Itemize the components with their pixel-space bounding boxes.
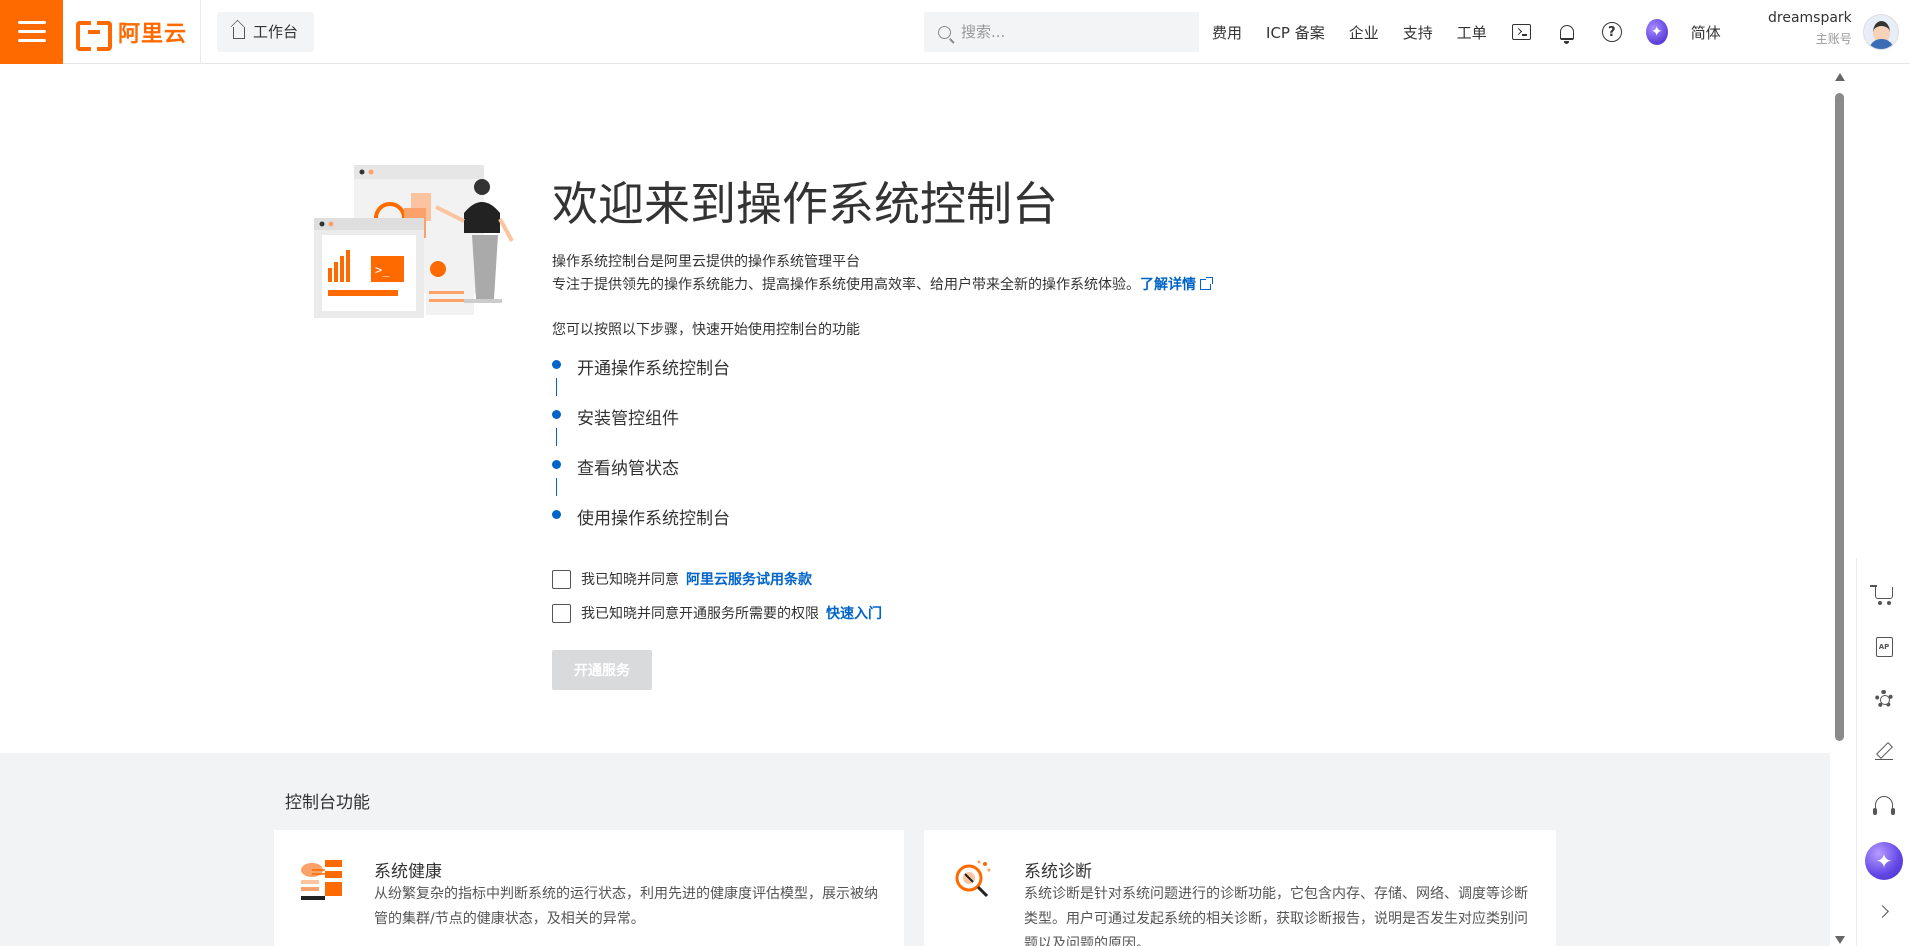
step-label: 查看纳管状态 <box>577 459 679 479</box>
agree-trial-terms: 我已知晓并同意 阿里云服务试用条款 <box>552 569 812 589</box>
step-connector <box>556 428 557 446</box>
nav-ticket[interactable]: 工单 <box>1457 22 1487 43</box>
vertical-scrollbar[interactable] <box>1830 65 1848 946</box>
step-dot-icon <box>552 410 561 419</box>
search-box[interactable] <box>924 12 1199 52</box>
scroll-up-arrow-icon[interactable] <box>1835 73 1845 81</box>
step-label: 使用操作系统控制台 <box>577 509 730 529</box>
learn-more-link[interactable]: 了解详情 <box>1140 277 1213 293</box>
nav-billing[interactable]: 费用 <box>1212 22 1242 43</box>
step-item: 开通操作系统控制台 <box>548 354 730 404</box>
api-doc-button[interactable]: AP <box>1871 634 1897 660</box>
main-content: >_ 欢迎来到操作系统控制台 操作系统控制台是阿里云提供的操作系统管理平台 专注… <box>0 65 1830 946</box>
menu-icon <box>17 30 46 33</box>
help-icon: ? <box>1601 22 1622 42</box>
scroll-down-arrow-icon[interactable] <box>1835 936 1845 944</box>
search-input[interactable] <box>961 23 1181 41</box>
help-button[interactable]: ? <box>1601 21 1623 43</box>
card-description: 系统诊断是针对系统问题进行的诊断功能，它包含内存、存储、网络、调度等诊断类型。用… <box>1024 886 1528 946</box>
feature-card-system-health[interactable]: 系统健康 从纷繁复杂的指标中判断系统的运行状态，利用先进的健康度评估模型，展示被… <box>274 830 904 946</box>
step-item: 查看纳管状态 <box>548 454 730 504</box>
notifications-button[interactable] <box>1556 21 1578 44</box>
workbench-button[interactable]: 工作台 <box>217 11 315 52</box>
step-label: 安装管控组件 <box>577 409 679 429</box>
steps-intro: 您可以按照以下步骤，快速开始使用控制台的功能 <box>552 322 860 338</box>
step-item: 使用操作系统控制台 <box>548 504 730 554</box>
workbench-label: 工作台 <box>253 23 299 41</box>
edit-icon <box>1875 742 1893 760</box>
feature-card-system-diagnosis[interactable]: 系统诊断 系统诊断是针对系统问题进行的诊断功能，它包含内存、存储、网络、调度等诊… <box>924 830 1556 946</box>
intro-description: 操作系统控制台是阿里云提供的操作系统管理平台 专注于提供领先的操作系统能力、提高… <box>552 251 1213 297</box>
intro-line-2: 专注于提供领先的操作系统能力、提高操作系统使用高效率、给用户带来全新的操作系统体… <box>552 274 1213 297</box>
api-doc-icon: AP <box>1875 637 1893 657</box>
headset-icon <box>1873 795 1895 815</box>
system-diagnosis-icon <box>955 860 991 898</box>
agree-trial-checkbox[interactable] <box>552 569 571 589</box>
step-dot-icon <box>552 460 561 469</box>
ai-assistant-button[interactable]: ✦ <box>1645 19 1668 45</box>
step-item: 安装管控组件 <box>548 404 730 454</box>
quick-start-link[interactable]: 快速入门 <box>826 603 882 623</box>
ai-orb-icon: ✦ <box>1865 842 1903 880</box>
agree-permissions-checkbox[interactable] <box>552 603 571 623</box>
logo-text: 阿里云 <box>117 21 187 47</box>
cart-icon <box>1870 585 1893 605</box>
collapse-toolbar-button[interactable] <box>1871 898 1897 924</box>
hamburger-menu-button[interactable] <box>0 0 63 64</box>
trial-terms-link[interactable]: 阿里云服务试用条款 <box>686 569 812 589</box>
chevron-right-icon <box>1875 904 1889 918</box>
features-title: 控制台功能 <box>285 793 370 813</box>
settings-button[interactable] <box>1871 686 1897 712</box>
agree-trial-text: 我已知晓并同意 <box>581 572 679 588</box>
feedback-button[interactable] <box>1871 738 1897 764</box>
home-icon <box>233 27 245 39</box>
language-switch[interactable]: 简体 <box>1691 22 1721 43</box>
avatar[interactable] <box>1863 14 1899 50</box>
nav-support[interactable]: 支持 <box>1403 22 1433 43</box>
external-link-icon <box>1200 277 1213 290</box>
scroll-thumb[interactable] <box>1835 93 1844 741</box>
ai-assistant-icon: ✦ <box>1645 19 1668 45</box>
welcome-illustration: >_ <box>314 165 514 318</box>
aliyun-logo-icon <box>75 20 112 51</box>
user-info[interactable]: dreamspark 主账号 <box>1768 10 1852 54</box>
features-section: 控制台功能 系统健康 从纷繁复杂的指标中判断系统的运行状态，利用先进的健康度评估… <box>0 753 1830 946</box>
step-dot-icon <box>552 510 561 519</box>
card-title: 系统健康 <box>374 862 442 882</box>
step-connector <box>556 378 557 396</box>
user-name: dreamspark <box>1768 10 1852 26</box>
bell-icon <box>1559 24 1574 44</box>
nav-icp[interactable]: ICP 备案 <box>1266 22 1325 43</box>
top-nav: 费用 ICP 备案 企业 支持 工单 ? ✦ 简体 <box>1212 0 1745 64</box>
cloud-shell-button[interactable] <box>1511 21 1533 43</box>
svg-text:>_: >_ <box>375 263 390 277</box>
nav-enterprise[interactable]: 企业 <box>1349 22 1379 43</box>
step-dot-icon <box>552 360 561 369</box>
step-connector <box>556 478 557 496</box>
terminal-icon <box>1512 24 1532 40</box>
card-title: 系统诊断 <box>1024 862 1092 882</box>
gear-icon <box>1875 690 1893 708</box>
agree-permissions: 我已知晓并同意开通服务所需要的权限 快速入门 <box>552 603 882 623</box>
shopping-cart-button[interactable] <box>1870 582 1897 608</box>
ai-assistant-float-button[interactable]: ✦ <box>1865 842 1903 880</box>
aliyun-logo[interactable]: 阿里云 <box>63 0 201 64</box>
user-role: 主账号 <box>1815 32 1852 46</box>
intro-line-1: 操作系统控制台是阿里云提供的操作系统管理平台 <box>552 254 860 270</box>
search-icon <box>938 25 951 39</box>
step-label: 开通操作系统控制台 <box>577 359 730 379</box>
steps-timeline: 开通操作系统控制台 安装管控组件 查看纳管状态 使用操作系统控制台 <box>548 354 730 554</box>
card-description: 从纷繁复杂的指标中判断系统的运行状态，利用先进的健康度评估模型，展示被纳管的集群… <box>374 886 878 927</box>
open-service-button[interactable]: 开通服务 <box>552 650 652 690</box>
right-float-toolbar: AP ✦ <box>1856 558 1910 946</box>
page-title: 欢迎来到操作系统控制台 <box>552 177 1058 231</box>
customer-service-button[interactable] <box>1871 790 1897 816</box>
system-health-icon <box>301 860 342 900</box>
agree-permissions-text: 我已知晓并同意开通服务所需要的权限 <box>581 606 819 622</box>
